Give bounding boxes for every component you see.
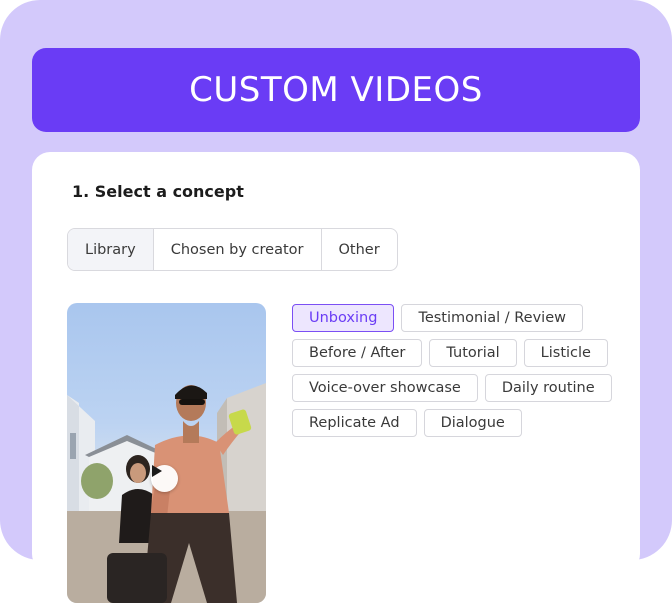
tag-row: Voice-over showcase Daily routine [292,374,622,402]
concept-source-tabs: Library Chosen by creator Other [67,228,398,271]
tag-replicate-ad[interactable]: Replicate Ad [292,409,417,437]
play-icon [152,465,162,477]
video-preview[interactable] [67,303,266,603]
page-background: CUSTOM VIDEOS 1. Select a concept Librar… [0,0,672,603]
tab-chosen-by-creator[interactable]: Chosen by creator [154,229,322,270]
header-banner: CUSTOM VIDEOS [32,48,640,132]
tag-voice-over-showcase[interactable]: Voice-over showcase [292,374,478,402]
tag-unboxing[interactable]: Unboxing [292,304,395,332]
tag-before-after[interactable]: Before / After [292,339,423,367]
tag-row: Unboxing Testimonial / Review [292,304,622,332]
tag-testimonial-review[interactable]: Testimonial / Review [401,304,583,332]
tag-dialogue[interactable]: Dialogue [423,409,522,437]
play-button[interactable] [151,465,178,492]
tag-row: Before / After Tutorial Listicle [292,339,622,367]
tag-listicle[interactable]: Listicle [523,339,608,367]
tag-row: Replicate Ad Dialogue [292,409,622,437]
concept-tags: Unboxing Testimonial / Review Before / A… [292,304,622,444]
concept-card: 1. Select a concept Library Chosen by cr… [32,152,640,603]
tag-daily-routine[interactable]: Daily routine [484,374,612,402]
tab-library[interactable]: Library [68,229,154,270]
tag-tutorial[interactable]: Tutorial [429,339,517,367]
step-title: 1. Select a concept [72,182,244,201]
page-title: CUSTOM VIDEOS [189,70,483,110]
video-thumbnail-image [67,383,266,603]
tab-other[interactable]: Other [322,229,397,270]
